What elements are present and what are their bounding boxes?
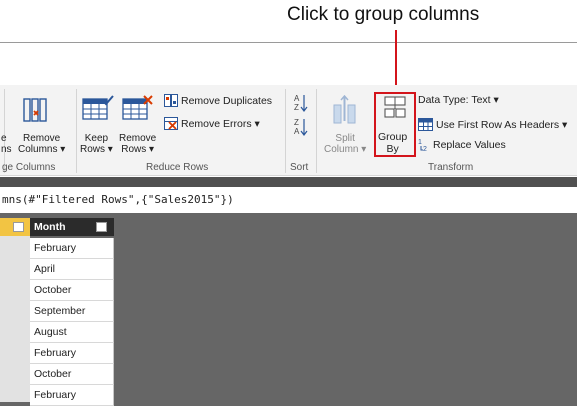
group-separator — [285, 89, 286, 173]
group-label-manage-columns: ge Columns — [2, 162, 56, 173]
table-cell[interactable]: February — [30, 385, 114, 406]
svg-text:A: A — [294, 127, 300, 136]
partial-button-label: e ns — [1, 133, 12, 155]
group-separator — [316, 89, 317, 173]
window-top-border — [0, 42, 577, 43]
remove-rows-icon — [122, 95, 153, 120]
filter-dropdown-icon[interactable] — [13, 222, 24, 232]
use-first-row-as-headers-button[interactable]: Use First Row As Headers ▾ — [418, 118, 567, 131]
split-column-icon — [333, 95, 356, 124]
replace-values-button[interactable]: 1 2 Replace Values — [418, 138, 506, 152]
callout-pointer-line — [395, 30, 397, 93]
table-cell[interactable]: October — [30, 364, 114, 385]
data-type-dropdown[interactable]: Data Type: Text ▾ — [418, 94, 499, 106]
svg-text:Z: Z — [294, 103, 299, 112]
filter-dropdown-icon[interactable] — [96, 222, 107, 232]
group-separator — [76, 89, 77, 173]
group-by-highlight-box — [374, 92, 416, 157]
remove-duplicates-button[interactable]: Remove Duplicates — [164, 94, 272, 107]
group-label-sort: Sort — [290, 162, 309, 173]
group-label-reduce-rows: Reduce Rows — [146, 162, 209, 173]
table-cell[interactable]: September — [30, 301, 114, 322]
previous-column-cells — [0, 236, 30, 402]
group-label-transform: Transform — [428, 162, 474, 173]
table-cell[interactable]: April — [30, 259, 114, 280]
table-cell[interactable]: February — [30, 343, 114, 364]
sort-ascending-icon: A Z — [294, 94, 308, 112]
svg-text:2: 2 — [423, 146, 427, 152]
table-cell[interactable]: February — [30, 238, 114, 259]
remove-errors-icon — [164, 117, 178, 130]
svg-text:1: 1 — [418, 139, 422, 146]
table-headers-icon — [418, 118, 433, 131]
formula-bar[interactable]: mns(#"Filtered Rows",{"Sales2015"}) — [0, 187, 577, 213]
remove-errors-button[interactable]: Remove Errors ▾ — [164, 117, 260, 130]
callout-text: Click to group columns — [287, 4, 480, 25]
ribbon: e ns Remove Columns ▾ ge Columns Keep Ro… — [0, 85, 577, 176]
sort-descending-icon: Z A — [294, 118, 308, 136]
remove-duplicates-icon — [164, 94, 178, 107]
table-cell[interactable]: October — [30, 280, 114, 301]
table-cell[interactable]: August — [30, 322, 114, 343]
remove-columns-icon — [23, 98, 47, 122]
svg-text:Z: Z — [294, 118, 299, 127]
group-separator — [4, 89, 5, 173]
replace-values-icon: 1 2 — [418, 139, 427, 152]
formula-bar-divider — [0, 177, 577, 187]
svg-text:A: A — [294, 94, 300, 103]
keep-rows-icon — [82, 95, 114, 120]
